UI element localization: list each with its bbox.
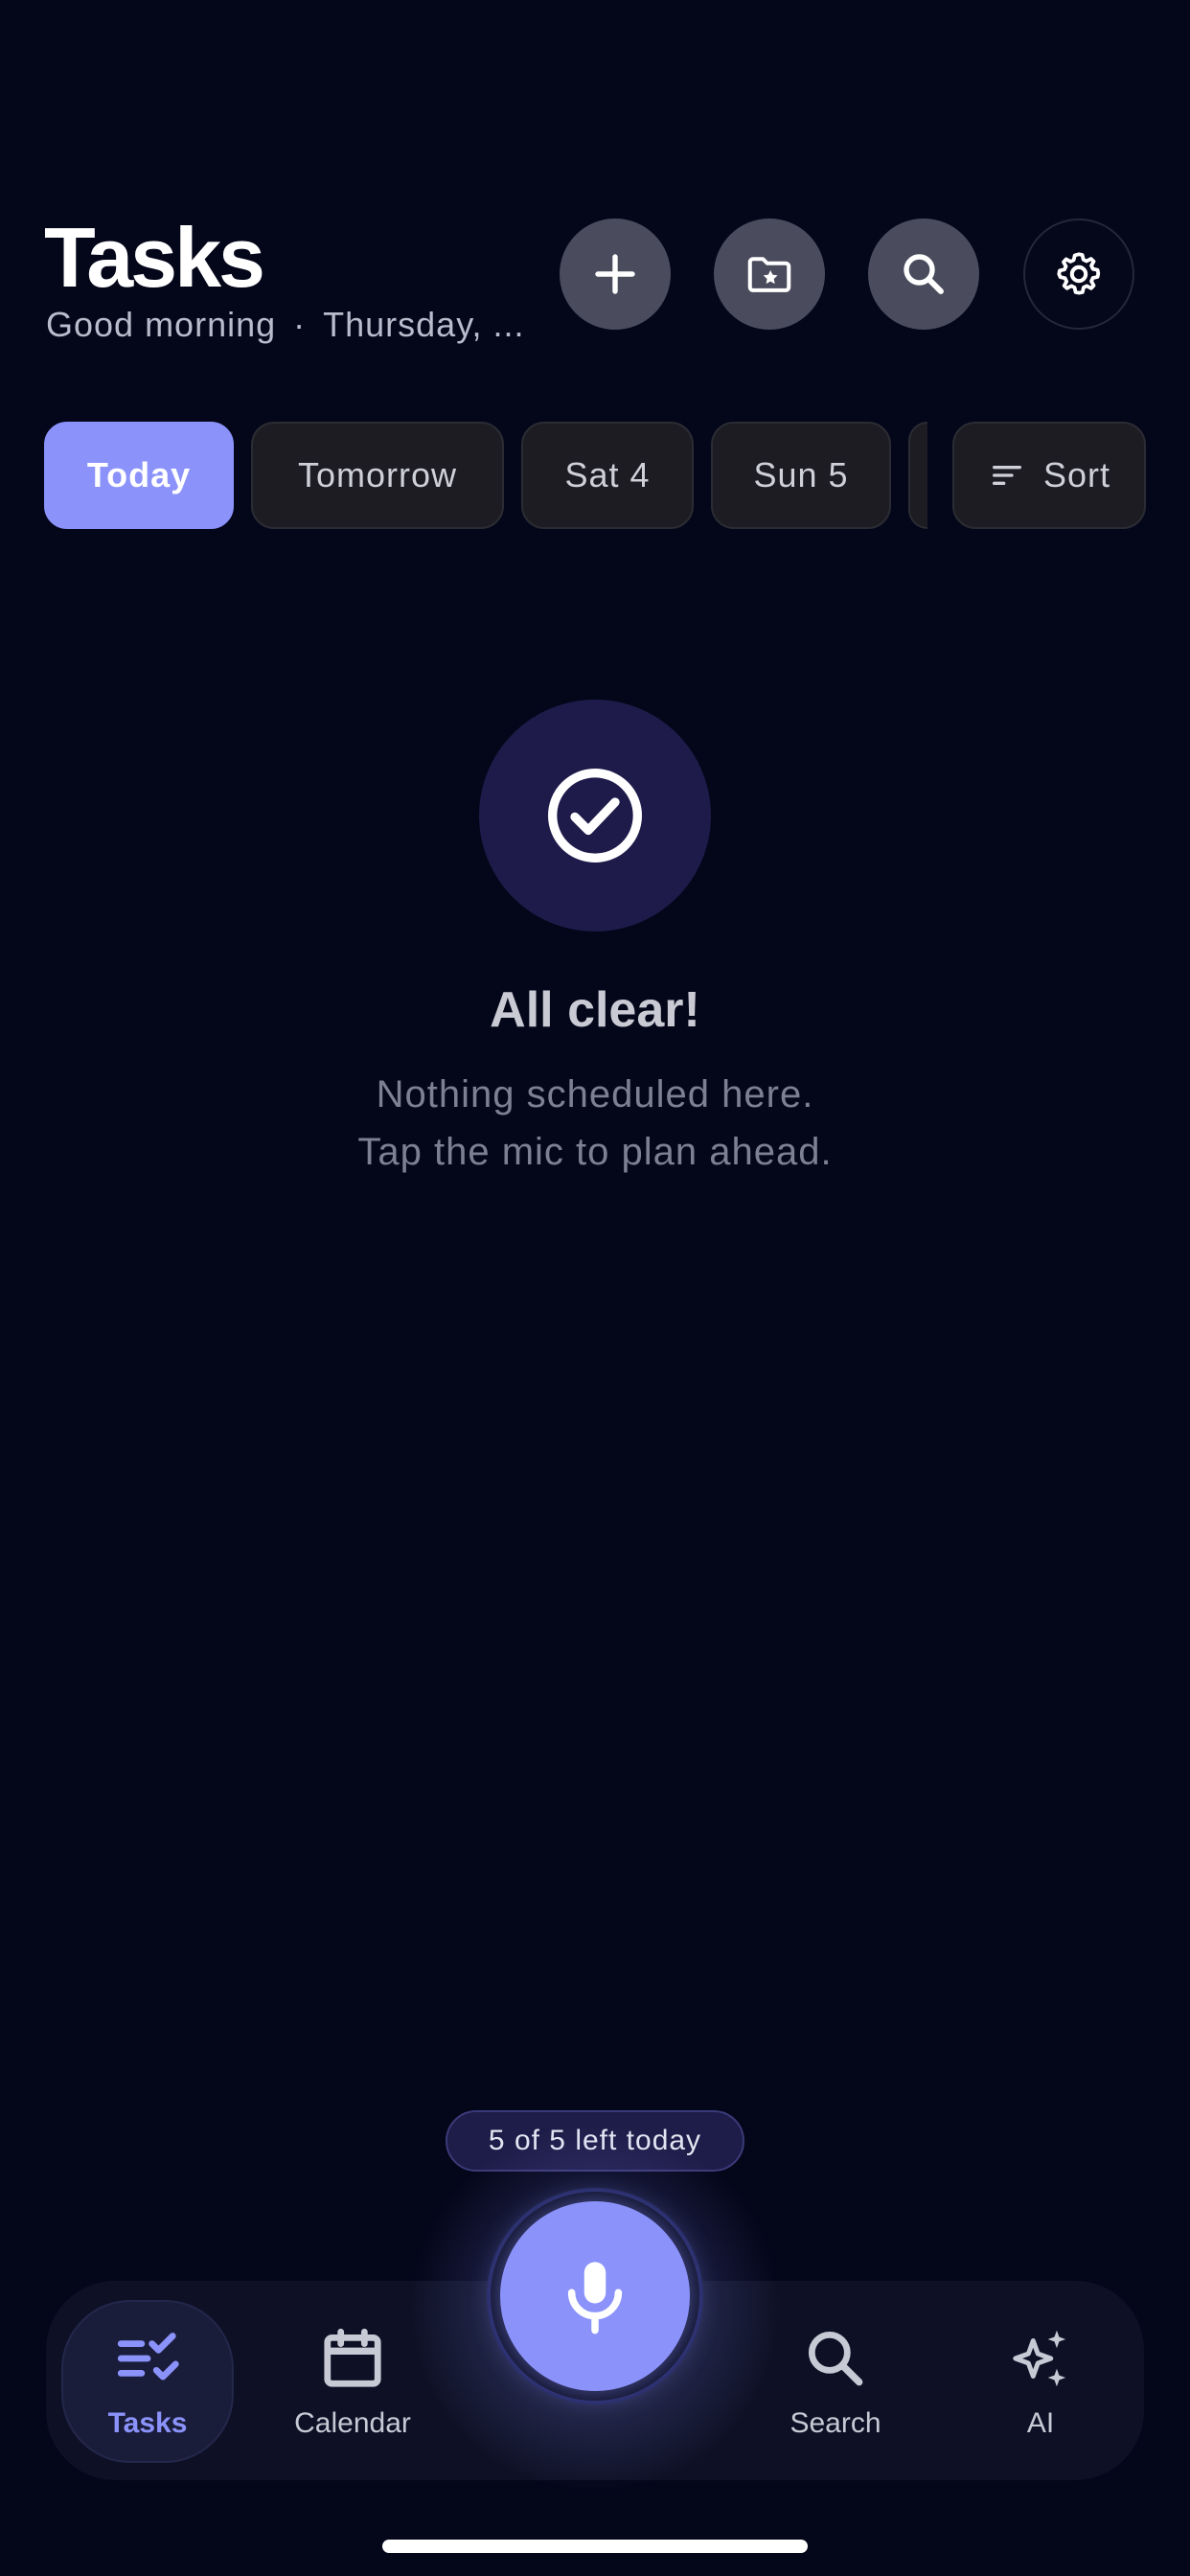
- greeting-text: Good morning: [46, 305, 277, 344]
- chip-next-partial[interactable]: [908, 422, 927, 529]
- plus-icon: [595, 254, 635, 294]
- empty-state-title: All clear!: [490, 982, 700, 1038]
- sort-icon: [992, 466, 1021, 485]
- add-task-button[interactable]: [560, 218, 671, 330]
- folder-star-icon: [747, 257, 791, 292]
- date-text: Thursday, ...: [323, 305, 525, 344]
- sort-button[interactable]: Sort: [952, 422, 1146, 529]
- chip-sun-5[interactable]: Sun 5: [711, 422, 891, 529]
- microphone-icon: [567, 2262, 623, 2334]
- date-filter-bar: Today Tomorrow Sat 4 Sun 5 Sort: [44, 422, 1190, 529]
- check-circle-icon: [548, 769, 642, 862]
- greeting-subtitle: Good morning · Thursday, ...: [46, 305, 554, 345]
- calendar-icon: [324, 2328, 381, 2387]
- page-title: Tasks: [44, 210, 265, 305]
- sparkles-icon: [1013, 2330, 1066, 2387]
- sort-label: Sort: [1042, 455, 1111, 494]
- home-indicator: [382, 2540, 808, 2553]
- nav-label-ai: AI: [1026, 2407, 1055, 2439]
- nav-label-calendar: Calendar: [294, 2407, 411, 2439]
- empty-state-line-2: Tap the mic to plan ahead.: [357, 1131, 833, 1173]
- search-icon: [808, 2331, 863, 2386]
- chip-tomorrow[interactable]: Tomorrow: [251, 422, 504, 529]
- empty-state-line-1: Nothing scheduled here.: [376, 1073, 814, 1116]
- tasks-checklist-icon: [117, 2333, 179, 2380]
- projects-button[interactable]: [714, 218, 825, 330]
- nav-label-search: Search: [790, 2407, 881, 2439]
- settings-button[interactable]: [1023, 218, 1134, 330]
- tasks-screen: Tasks Good morning · Thursday, ... Today T…: [0, 0, 1190, 2576]
- chip-today[interactable]: Today: [44, 422, 234, 529]
- gear-icon: [1057, 252, 1101, 295]
- search-button[interactable]: [868, 218, 979, 330]
- chip-sat-4[interactable]: Sat 4: [521, 422, 694, 529]
- empty-state-badge: [479, 700, 711, 932]
- nav-label-tasks: Tasks: [107, 2407, 188, 2439]
- search-icon: [904, 254, 944, 294]
- separator-dot: ·: [293, 305, 307, 344]
- nav-item-ai[interactable]: AI: [954, 2300, 1127, 2463]
- nav-item-tasks[interactable]: Tasks: [61, 2300, 234, 2463]
- voice-input-button[interactable]: [500, 2201, 690, 2391]
